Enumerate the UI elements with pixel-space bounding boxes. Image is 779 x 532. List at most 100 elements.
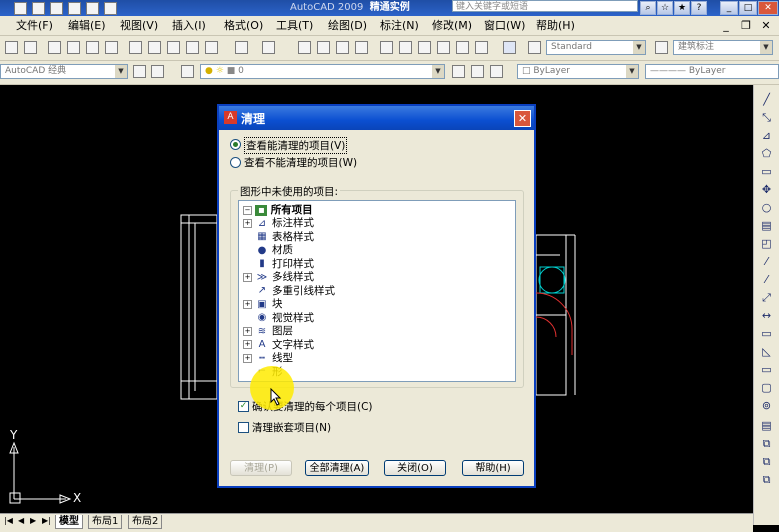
- expand-icon[interactable]: +: [243, 353, 252, 363]
- purge-button[interactable]: 清理(P): [230, 460, 292, 476]
- paste-block-icon[interactable]: [186, 41, 199, 54]
- help-icon[interactable]: ?: [691, 1, 707, 15]
- menu-edit[interactable]: 编辑(E): [68, 16, 106, 35]
- design-center-icon[interactable]: [399, 41, 412, 54]
- open-icon[interactable]: [32, 2, 45, 15]
- tab-model[interactable]: 模型: [55, 515, 83, 529]
- tab-nav-last-icon[interactable]: ▶|: [42, 516, 51, 525]
- paste-icon[interactable]: [167, 41, 180, 54]
- linetype-select[interactable]: ———— ByLayer: [645, 64, 779, 79]
- ellipse-arc-icon[interactable]: ⁄: [759, 273, 774, 287]
- make-block-icon[interactable]: ↔: [759, 309, 774, 323]
- tree-item[interactable]: + ┅ 线型: [243, 352, 293, 365]
- search-input[interactable]: 键入关键字或短语: [452, 0, 638, 12]
- dim-style-icon[interactable]: [655, 41, 668, 54]
- restore-doc-icon[interactable]: ❐: [738, 18, 754, 33]
- polygon-icon[interactable]: ⬠: [759, 147, 774, 161]
- items-tree[interactable]: − ▪ 所有项目 + ⊿ 标注样式 ▦ 表格样式 ● 材质 ▮ 打印样式 + ≫ 多线样式 ↗ 多重引线样…: [238, 200, 516, 382]
- tree-item[interactable]: + ≋ 图层: [243, 325, 293, 338]
- quickcalc-icon[interactable]: [475, 41, 488, 54]
- layer-state-icon[interactable]: [490, 65, 503, 78]
- zoom-window-icon[interactable]: [336, 41, 349, 54]
- redo-toolbar-icon[interactable]: [262, 41, 275, 54]
- menu-tools[interactable]: 工具(T): [276, 16, 313, 35]
- publish-icon[interactable]: [86, 41, 99, 54]
- copy-object-icon[interactable]: ⧉: [759, 437, 774, 451]
- 3d-dwf-icon[interactable]: [105, 41, 118, 54]
- match-properties-icon[interactable]: [205, 41, 218, 54]
- tree-item[interactable]: ▮ 打印样式: [243, 258, 314, 271]
- polyline-icon[interactable]: ⊿: [759, 129, 774, 143]
- tab-nav-next-icon[interactable]: ▶: [30, 516, 36, 525]
- purge-nested-checkbox[interactable]: [238, 422, 249, 433]
- menu-file[interactable]: 文件(F): [16, 16, 53, 35]
- multiline-text-icon[interactable]: ▤: [759, 419, 774, 433]
- ellipse-icon[interactable]: ⁄: [759, 255, 774, 269]
- layer-select[interactable]: ● ☼ ■ 0 ▼: [200, 64, 445, 79]
- arc-icon[interactable]: ✥: [759, 183, 774, 197]
- new-icon[interactable]: [14, 2, 27, 15]
- insert-block-icon[interactable]: ⤢: [759, 291, 774, 305]
- spline-icon[interactable]: ◰: [759, 237, 774, 251]
- confirm-each-checkbox[interactable]: ✓: [238, 401, 249, 412]
- close-button[interactable]: 关闭(O): [384, 460, 446, 476]
- menu-draw[interactable]: 绘图(D): [328, 16, 367, 35]
- menu-window[interactable]: 窗口(W): [484, 16, 525, 35]
- radio-view-purgeable[interactable]: [230, 139, 241, 150]
- menu-view[interactable]: 视图(V): [120, 16, 158, 35]
- layer-manager-icon[interactable]: [181, 65, 194, 78]
- layer-previous-icon[interactable]: [471, 65, 484, 78]
- qnew-icon[interactable]: [5, 41, 18, 54]
- preview-icon[interactable]: [67, 41, 80, 54]
- tool-palettes-icon[interactable]: [418, 41, 431, 54]
- purge-nested-label[interactable]: 清理嵌套项目(N): [252, 420, 331, 435]
- help-toolbar-icon[interactable]: [503, 41, 516, 54]
- radio-view-non-purgeable[interactable]: [230, 157, 241, 168]
- tab-nav-first-icon[interactable]: |◀: [4, 516, 13, 525]
- tree-item[interactable]: + ≫ 多线样式: [243, 271, 314, 284]
- mirror-icon[interactable]: ⧉: [759, 455, 774, 469]
- tree-item[interactable]: + ▣ 块: [243, 298, 283, 311]
- expand-icon[interactable]: +: [243, 326, 252, 336]
- text-style-icon[interactable]: [528, 41, 541, 54]
- gradient-icon[interactable]: ▭: [759, 363, 774, 377]
- close-doc-icon[interactable]: ✕: [758, 18, 774, 33]
- radio-view-non-purgeable-label[interactable]: 查看不能清理的项目(W): [244, 155, 357, 170]
- zoom-realtime-icon[interactable]: [317, 41, 330, 54]
- print-icon[interactable]: [68, 2, 81, 15]
- plot-icon[interactable]: [48, 41, 61, 54]
- minimize-doc-icon[interactable]: _: [718, 18, 734, 33]
- zoom-previous-icon[interactable]: [355, 41, 368, 54]
- undo-toolbar-icon[interactable]: [235, 41, 248, 54]
- expand-icon[interactable]: +: [243, 272, 252, 282]
- workspace-select[interactable]: AutoCAD 经典 ▼: [0, 64, 128, 79]
- tab-layout2[interactable]: 布局2: [128, 515, 163, 529]
- expand-icon[interactable]: +: [243, 340, 252, 349]
- dim-style-select[interactable]: 建筑标注 ▼: [673, 40, 773, 55]
- cut-icon[interactable]: [129, 41, 142, 54]
- revcloud-icon[interactable]: ▤: [759, 219, 774, 233]
- collapse-icon[interactable]: −: [243, 205, 252, 215]
- expand-icon[interactable]: +: [243, 218, 252, 228]
- expand-icon[interactable]: +: [243, 299, 252, 309]
- make-current-layer-icon[interactable]: [452, 65, 465, 78]
- tree-item[interactable]: ↗ 多重引线样式: [243, 285, 335, 298]
- communication-center-icon[interactable]: ☆: [657, 1, 673, 15]
- text-style-select[interactable]: Standard ▼: [546, 40, 646, 55]
- rectangle-icon[interactable]: ▭: [759, 165, 774, 179]
- markup-icon[interactable]: [456, 41, 469, 54]
- help-button[interactable]: 帮助(H): [462, 460, 524, 476]
- point-icon[interactable]: ▭: [759, 327, 774, 341]
- tree-item[interactable]: ◉ 视觉样式: [243, 312, 314, 325]
- workspace-settings-icon[interactable]: [133, 65, 146, 78]
- line-icon[interactable]: ╱: [759, 93, 774, 107]
- qsave-icon[interactable]: [24, 41, 37, 54]
- workspace-save-icon[interactable]: [151, 65, 164, 78]
- menu-dimension[interactable]: 标注(N): [380, 16, 419, 35]
- minimize-app-icon[interactable]: _: [720, 1, 738, 15]
- menu-format[interactable]: 格式(O): [224, 16, 263, 35]
- close-app-icon[interactable]: ✕: [758, 1, 778, 15]
- maximize-app-icon[interactable]: □: [739, 1, 757, 15]
- construction-line-icon[interactable]: ⤡: [759, 111, 774, 125]
- save-icon[interactable]: [50, 2, 63, 15]
